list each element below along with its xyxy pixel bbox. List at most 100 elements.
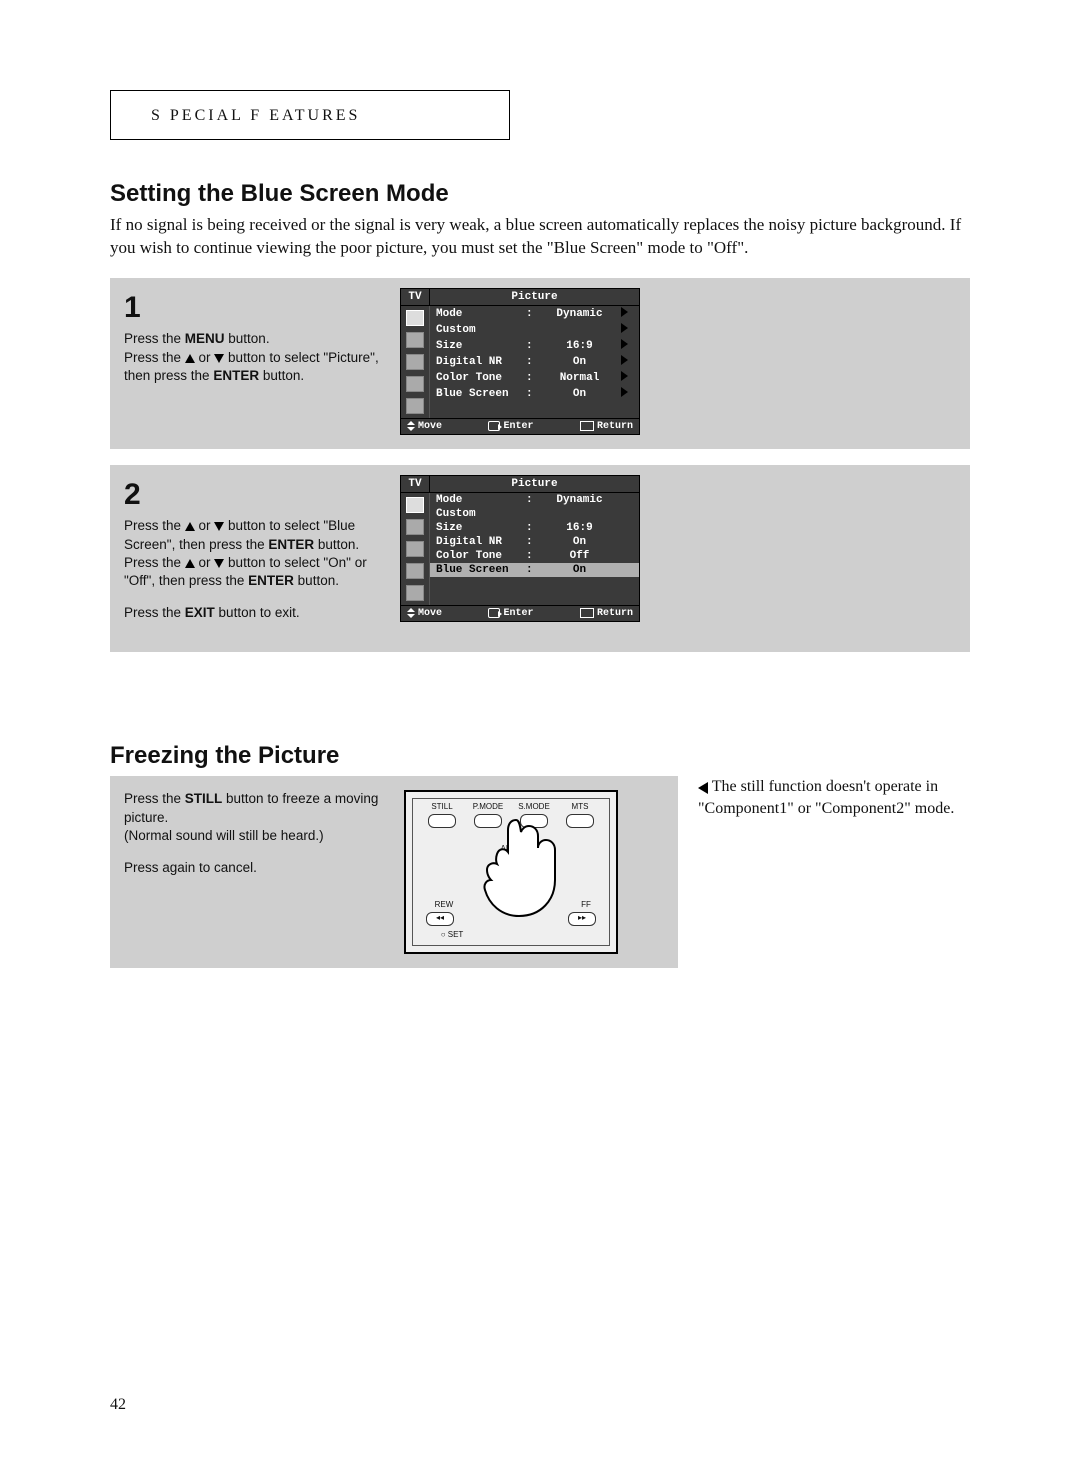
osd-key: Custom — [436, 324, 526, 336]
osd-row: Digital NR:On — [430, 354, 639, 370]
t: Move — [418, 421, 442, 432]
t: Press the — [124, 518, 185, 533]
t: ENTER — [248, 573, 294, 588]
sound-tab-icon — [406, 519, 424, 535]
picture-tab-icon — [406, 310, 424, 326]
t: button. — [225, 331, 270, 346]
section-header: S PECIAL F EATURES — [110, 90, 510, 140]
osd-value: On — [538, 564, 621, 576]
t: Enter — [503, 421, 533, 432]
rew-label: REW — [424, 900, 464, 909]
osd-row: Mode:Dynamic — [430, 493, 639, 507]
t: Press the — [124, 350, 185, 365]
osd-key: Mode — [436, 308, 526, 320]
page-number: 42 — [110, 1396, 126, 1414]
step-1-text: 1 Press the MENU button. Press the or bu… — [124, 288, 384, 435]
osd-colon: : — [526, 522, 538, 534]
osd-row: Size:16:9 — [430, 521, 639, 535]
step-2: 2 Press the or button to select "Blue Sc… — [110, 465, 970, 653]
osd-row: Blue Screen:On — [430, 563, 639, 577]
t: button. — [259, 368, 304, 383]
t: SET — [448, 930, 464, 939]
chevron-right-icon — [621, 355, 635, 369]
freeze-block: Press the STILL button to freeze a movin… — [110, 776, 678, 968]
pmode-label: P.MODE — [468, 802, 508, 811]
osd-row: Color Tone:Normal — [430, 370, 639, 386]
t: Press the — [124, 791, 185, 806]
osd-key: Size — [436, 522, 526, 534]
osd-value: 16:9 — [538, 340, 621, 352]
left-arrow-icon — [698, 782, 708, 794]
chevron-right-icon — [621, 307, 635, 321]
osd-row: Mode:Dynamic — [430, 306, 639, 322]
osd-key: Color Tone — [436, 372, 526, 384]
step-2-text: 2 Press the or button to select "Blue Sc… — [124, 475, 384, 623]
up-arrow-icon — [185, 522, 195, 531]
osd-menu-1: TV Picture Mode:DynamicCustomSize:16:9Di… — [400, 288, 640, 435]
t: Return — [597, 421, 633, 432]
chevron-right-icon — [621, 339, 635, 353]
osd-colon: : — [526, 550, 538, 562]
t: Press the — [124, 555, 185, 570]
t: EXIT — [185, 605, 215, 620]
osd-colon: : — [526, 564, 538, 576]
still-label: STILL — [422, 802, 462, 811]
osd-key: Size — [436, 340, 526, 352]
down-arrow-icon — [214, 354, 224, 363]
osd-colon: : — [526, 308, 538, 320]
step-1-number: 1 — [124, 288, 384, 329]
mts-label: MTS — [560, 802, 600, 811]
t: button to exit. — [215, 605, 300, 620]
t: (Normal sound will still be heard.) — [124, 827, 384, 845]
t: Move — [418, 608, 442, 619]
enter-icon — [488, 421, 500, 431]
osd-tv-label: TV — [401, 476, 430, 492]
osd-list: Mode:DynamicCustomSize:16:9Digital NR:On… — [430, 306, 639, 418]
remote-illustration: STILL P.MODE S.MODE MTS ADD REW FF ◂◂ ▸▸… — [404, 790, 618, 954]
osd-row: Custom — [430, 322, 639, 338]
timer-tab-icon — [406, 563, 424, 579]
t: button. — [314, 537, 359, 552]
setup-tab-icon — [406, 585, 424, 601]
picture-tab-icon — [406, 497, 424, 513]
up-arrow-icon — [185, 559, 195, 568]
note-text: The still function doesn't operate in "C… — [698, 776, 970, 819]
osd-colon: : — [526, 356, 538, 368]
t: Return — [597, 608, 633, 619]
ff-button: ▸▸ — [568, 912, 596, 926]
channel-tab-icon — [406, 541, 424, 557]
t: The still function doesn't operate in "C… — [698, 778, 954, 817]
move-icon — [407, 421, 415, 431]
osd-colon: : — [526, 494, 538, 506]
osd-value: 16:9 — [538, 522, 621, 534]
step-1: 1 Press the MENU button. Press the or bu… — [110, 278, 970, 449]
t: Press the — [124, 605, 185, 620]
osd-key: Blue Screen — [436, 388, 526, 400]
hand-icon — [461, 812, 571, 922]
down-arrow-icon — [214, 522, 224, 531]
osd-key: Digital NR — [436, 356, 526, 368]
chevron-right-icon — [621, 323, 635, 337]
osd-colon: : — [526, 536, 538, 548]
t: ENTER — [268, 537, 314, 552]
t: or — [195, 555, 215, 570]
set-label: ○ SET — [432, 930, 472, 939]
section1-intro: If no signal is being received or the si… — [110, 214, 970, 260]
up-arrow-icon — [185, 354, 195, 363]
t: ENTER — [213, 368, 259, 383]
osd-title: Picture — [430, 289, 639, 305]
osd-row: Digital NR:On — [430, 535, 639, 549]
sound-tab-icon — [406, 332, 424, 348]
section1-title: Setting the Blue Screen Mode — [110, 180, 970, 208]
return-icon — [580, 608, 594, 618]
move-icon — [407, 608, 415, 618]
freeze-text: Press the STILL button to freeze a movin… — [124, 790, 384, 954]
osd-menu-2: TV Picture Mode:DynamicCustomSize:16:9Di… — [400, 475, 640, 623]
osd-key: Color Tone — [436, 550, 526, 562]
timer-tab-icon — [406, 376, 424, 392]
osd-value: Dynamic — [538, 494, 621, 506]
osd-footer: Move Enter Return — [400, 606, 640, 622]
still-button — [428, 814, 456, 828]
channel-tab-icon — [406, 354, 424, 370]
t: MENU — [185, 331, 225, 346]
